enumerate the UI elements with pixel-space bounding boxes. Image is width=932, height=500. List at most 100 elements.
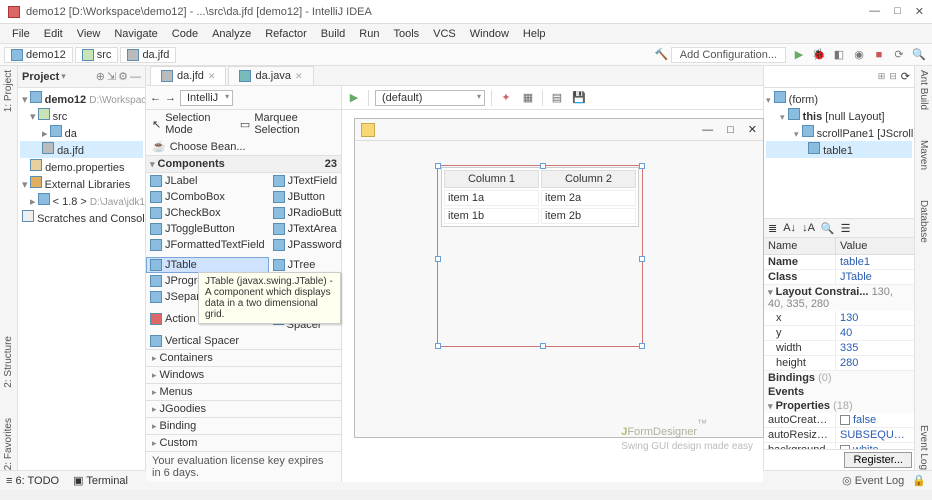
- menu-window[interactable]: Window: [464, 26, 515, 42]
- maximize-icon[interactable]: □: [894, 5, 901, 18]
- add-configuration-button[interactable]: Add Configuration...: [671, 47, 786, 63]
- palette-jtogglebutton[interactable]: JToggleButton: [146, 221, 269, 237]
- file-icon: [127, 49, 139, 61]
- project-panel-title[interactable]: Project: [22, 71, 59, 83]
- tree-node-dajfd[interactable]: da.jfd: [20, 141, 143, 158]
- collapse-icon[interactable]: ▾: [150, 159, 155, 170]
- close-icon[interactable]: ✕: [208, 71, 216, 82]
- folder-icon: [38, 108, 50, 120]
- menu-run[interactable]: Run: [353, 26, 385, 42]
- selection-box[interactable]: [437, 165, 643, 347]
- choose-bean-item[interactable]: ☕Choose Bean...: [146, 138, 341, 155]
- selection-mode-item[interactable]: ↖Selection Mode▭Marquee Selection: [146, 110, 341, 138]
- tab-project[interactable]: 1: Project: [3, 70, 14, 112]
- laf-combo[interactable]: IntelliJ: [180, 90, 233, 106]
- structure-table1[interactable]: table1: [766, 141, 912, 158]
- menu-tools[interactable]: Tools: [387, 26, 425, 42]
- breadcrumb-file[interactable]: da.jfd: [120, 47, 176, 63]
- menu-file[interactable]: File: [6, 26, 36, 42]
- java-icon: [239, 70, 251, 82]
- structure-tree[interactable]: ▾ (form) ▾ this [null Layout] ▾ scrollPa…: [764, 88, 914, 218]
- table-icon: [808, 142, 820, 154]
- palette-jformattedtextfield[interactable]: JFormattedTextField: [146, 237, 269, 253]
- cat-windows[interactable]: ▸Windows: [146, 366, 341, 383]
- save-button[interactable]: 💾: [571, 90, 587, 106]
- more-icon[interactable]: ☰: [841, 222, 851, 235]
- maximize-icon[interactable]: □: [727, 124, 734, 136]
- tab-dajava[interactable]: da.java✕: [228, 66, 313, 85]
- add-event-button[interactable]: ✦: [498, 90, 514, 106]
- close-icon[interactable]: ✕: [915, 5, 924, 18]
- menu-edit[interactable]: Edit: [38, 26, 69, 42]
- search-button[interactable]: 🔍: [910, 46, 928, 64]
- minimize-icon[interactable]: —: [869, 5, 880, 18]
- expand-icon[interactable]: ⊞: [878, 71, 886, 82]
- cat-menus[interactable]: ▸Menus: [146, 383, 341, 400]
- refresh-icon[interactable]: ⟳: [901, 70, 910, 83]
- align-button[interactable]: ▤: [549, 90, 565, 106]
- gear-icon[interactable]: ⚙: [118, 70, 128, 83]
- close-icon[interactable]: ✕: [295, 71, 303, 82]
- properties-table[interactable]: NameValue Nametable1 ClassJTable ▾ Layou…: [764, 238, 914, 449]
- sort-icon[interactable]: ≣: [768, 222, 777, 235]
- hide-icon[interactable]: —: [130, 71, 141, 83]
- breadcrumb-src[interactable]: src: [75, 47, 119, 63]
- run-preview-button[interactable]: ▶: [346, 90, 362, 106]
- components-section[interactable]: Components: [158, 158, 225, 170]
- tab-eventlog-side[interactable]: Event Log: [918, 425, 929, 470]
- chevron-down-icon[interactable]: ▾: [61, 71, 66, 82]
- cat-containers[interactable]: ▸Containers: [146, 349, 341, 366]
- stop-button[interactable]: ■: [870, 46, 888, 64]
- tab-favorites[interactable]: 2: Favorites: [3, 418, 14, 470]
- locale-combo[interactable]: (default): [375, 90, 485, 106]
- target-icon[interactable]: ⊕: [96, 70, 105, 83]
- tab-antbuild[interactable]: Ant Build: [918, 70, 929, 110]
- tab-database[interactable]: Database: [918, 200, 929, 243]
- coverage-button[interactable]: ◧: [830, 46, 848, 64]
- tab-maven[interactable]: Maven: [918, 140, 929, 170]
- cat-jgoodies[interactable]: ▸JGoodies: [146, 400, 341, 417]
- menu-vcs[interactable]: VCS: [427, 26, 462, 42]
- collapse-icon[interactable]: ⊟: [889, 71, 897, 82]
- menu-analyze[interactable]: Analyze: [206, 26, 257, 42]
- menu-help[interactable]: Help: [517, 26, 552, 42]
- register-button[interactable]: Register...: [844, 452, 912, 468]
- menu-code[interactable]: Code: [166, 26, 204, 42]
- build-button[interactable]: 🔨: [653, 46, 671, 64]
- debug-button[interactable]: 🐞: [810, 46, 828, 64]
- layout-button[interactable]: ▦: [520, 90, 536, 106]
- za-icon[interactable]: ↓A: [802, 222, 815, 234]
- menu-refactor[interactable]: Refactor: [259, 26, 313, 42]
- update-button[interactable]: ⟳: [890, 46, 908, 64]
- palette-jtable[interactable]: JTable: [146, 257, 269, 273]
- tab-terminal[interactable]: ▣ Terminal: [73, 474, 128, 487]
- tab-dajfd[interactable]: da.jfd✕: [150, 66, 226, 85]
- cat-custom[interactable]: ▸Custom: [146, 434, 341, 451]
- palette-jlabel[interactable]: JLabel: [146, 173, 269, 189]
- close-icon[interactable]: ✕: [748, 123, 757, 136]
- menu-navigate[interactable]: Navigate: [108, 26, 163, 42]
- cat-binding[interactable]: ▸Binding: [146, 417, 341, 434]
- design-canvas[interactable]: — □ ✕ Column 1Column 2 item 1aitem 2a it…: [354, 118, 764, 438]
- profiler-button[interactable]: ◉: [850, 46, 868, 64]
- status-lock-icon[interactable]: 🔒: [912, 474, 926, 487]
- menu-view[interactable]: View: [71, 26, 107, 42]
- palette-jcombobox[interactable]: JComboBox: [146, 189, 269, 205]
- palette-vspacer[interactable]: Vertical Spacer: [146, 333, 269, 349]
- project-tree[interactable]: ▾ demo12 D:\Workspace\demo12 ▾ src ▸ da …: [18, 88, 145, 470]
- collapse-icon[interactable]: ⇲: [107, 70, 116, 83]
- checkbox-icon[interactable]: [840, 415, 850, 425]
- breadcrumb-project[interactable]: demo12: [4, 47, 73, 63]
- tab-todo[interactable]: ≡ 6: TODO: [6, 475, 59, 487]
- folder-icon: [11, 49, 23, 61]
- az-icon[interactable]: A↓: [783, 222, 796, 234]
- palette-fwd-icon[interactable]: →: [165, 92, 176, 104]
- minimize-icon[interactable]: —: [702, 124, 713, 136]
- palette-back-icon[interactable]: ←: [150, 92, 161, 104]
- run-button[interactable]: ▶: [790, 46, 808, 64]
- menu-build[interactable]: Build: [315, 26, 351, 42]
- tab-structure[interactable]: 2: Structure: [3, 336, 14, 388]
- filter-icon[interactable]: 🔍: [821, 222, 835, 235]
- eventlog-button[interactable]: ◎ Event Log: [842, 474, 904, 487]
- palette-jcheckbox[interactable]: JCheckBox: [146, 205, 269, 221]
